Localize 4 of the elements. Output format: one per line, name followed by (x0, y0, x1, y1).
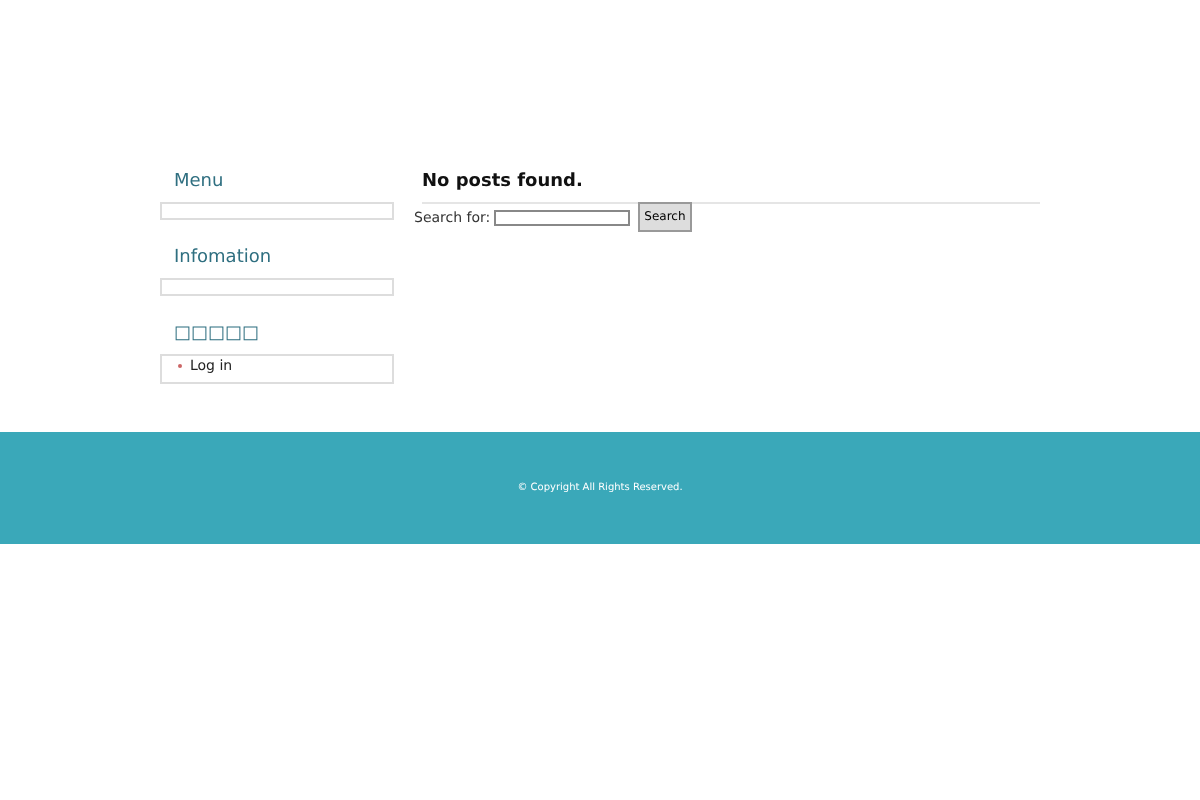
widget-title: Infomation (172, 248, 274, 270)
widget-title: □□□□□ (172, 324, 262, 346)
search-field[interactable] (494, 209, 631, 225)
widget-title: Menu (172, 172, 226, 194)
